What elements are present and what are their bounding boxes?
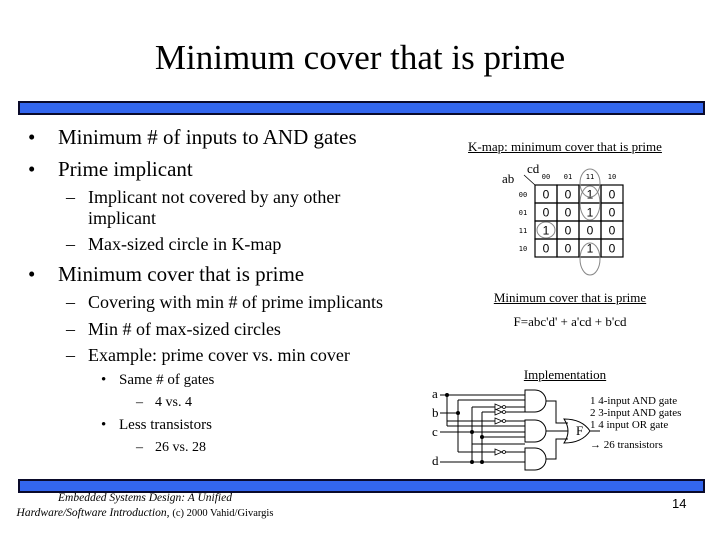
kmap-cell-value: 1 <box>587 206 594 220</box>
detail-text: 26 vs. 28 <box>155 440 206 455</box>
dash-icon: – <box>136 395 143 410</box>
junction-dot <box>470 460 474 464</box>
title-divider-bar <box>18 101 705 115</box>
kmap-cell-value: 0 <box>543 206 550 220</box>
input-label-a: a <box>432 386 438 401</box>
and-gate-1 <box>524 389 547 413</box>
inverter-bubble <box>502 419 506 423</box>
footer-line-2: Hardware/Software Introduction, (c) 2000… <box>0 506 290 521</box>
inverter-bubble <box>502 450 506 454</box>
kmap-cell-value: 0 <box>609 188 616 202</box>
dash-icon: – <box>136 440 143 455</box>
implementation-notes: 1 4-input AND gate 2 3-input AND gates 1… <box>590 395 681 451</box>
sub-bullet-text: Covering with min # of prime implicants <box>88 292 383 312</box>
sub-bullet-text: implicant <box>88 208 156 228</box>
footer-copyright: (c) 2000 Vahid/Givargis <box>172 508 274 519</box>
kmap-cell-value: 0 <box>609 224 616 238</box>
kmap-row-header: 11 <box>519 227 527 235</box>
sub-bullet-text: Max-sized circle in K-map <box>88 234 282 254</box>
kmap-cell-value: 0 <box>543 188 550 202</box>
detail-text: 4 vs. 4 <box>155 395 192 410</box>
kmap-row-var: ab <box>502 171 514 186</box>
kmap-caption: K-map: minimum cover that is prime <box>468 139 662 154</box>
inverter-icon <box>494 448 504 456</box>
note-line: 1 4-input AND gate <box>590 395 678 407</box>
kmap-cell-value: 0 <box>565 188 572 202</box>
note-line: 2 3-input AND gates <box>590 407 682 419</box>
bullet-text: Minimum cover that is prime <box>58 262 305 286</box>
footer-book-title: Hardware/Software Introduction, <box>16 507 170 519</box>
dash-icon: – <box>66 234 75 254</box>
kmap-cell-value: 1 <box>543 224 550 238</box>
implementation-caption: Implementation <box>523 367 607 382</box>
kmap-cell-value: 0 <box>609 206 616 220</box>
cover-equation: F=abc'd' + a'cd + b'cd <box>513 314 627 329</box>
junction-dot <box>470 430 474 434</box>
sub-sub-bullet-text: Same # of gates <box>119 372 215 388</box>
kmap-diagram: cd ab 00 01 11 10000111100 0 1 00 0 1 01 0 0 00 0 1 0 <box>502 161 624 276</box>
dash-icon: – <box>66 292 75 312</box>
and-gate-3 <box>524 447 547 471</box>
kmap-col-header: 01 <box>564 173 572 181</box>
note-line: → 26 transistors <box>590 439 663 451</box>
bullet-text: Minimum # of inputs to AND gates <box>58 125 357 149</box>
dash-icon: – <box>66 345 75 365</box>
cover-caption: Minimum cover that is prime <box>493 290 647 305</box>
kmap-cell-value: 0 <box>587 224 594 238</box>
bullet-icon: • <box>28 157 36 181</box>
kmap-col-var: cd <box>527 161 540 176</box>
kmap-col-header: 10 <box>608 173 616 181</box>
and-gate-2 <box>524 419 547 443</box>
kmap-row-header: 10 <box>519 245 527 253</box>
bullet-text: Prime implicant <box>58 157 193 181</box>
circuit-diagram <box>440 389 600 471</box>
kmap-col-header: 00 <box>542 173 550 181</box>
bullet-icon: • <box>28 262 36 286</box>
junction-dot <box>456 411 460 415</box>
dash-icon: – <box>66 187 75 207</box>
input-label-b: b <box>432 405 439 420</box>
kmap-cell-value: 0 <box>609 242 616 256</box>
page-number: 14 <box>672 496 687 511</box>
dash-icon: – <box>66 319 75 339</box>
kmap-row-header: 01 <box>519 209 527 217</box>
inverter-icon <box>494 417 504 425</box>
kmap-col-header: 11 <box>586 173 594 181</box>
input-label-d: d <box>432 453 439 468</box>
output-label-f: F <box>576 423 584 438</box>
junction-dot <box>445 393 449 397</box>
bullet-icon: • <box>28 125 36 149</box>
sub-bullet-text: Min # of max-sized circles <box>88 319 281 339</box>
note-line: 1 4 input OR gate <box>590 419 669 431</box>
kmap-cell-value: 0 <box>543 242 550 256</box>
input-label-c: c <box>432 424 438 439</box>
kmap-row-header: 00 <box>519 191 527 199</box>
sub-bullet-text: Implicant not covered by any other <box>88 187 341 207</box>
kmap-cell-value: 0 <box>565 242 572 256</box>
kmap-cell-value: 0 <box>565 224 572 238</box>
junction-dot <box>480 460 484 464</box>
junction-dot <box>480 435 484 439</box>
inverter-bubble <box>502 405 506 409</box>
slide-title: Minimum cover that is prime <box>154 38 566 77</box>
inverter-icon <box>494 408 504 416</box>
inverter-bubble <box>502 410 506 414</box>
footer-line-1: Embedded Systems Design: A Unified <box>58 492 232 504</box>
kmap-cell-value: 0 <box>565 206 572 220</box>
kmap-corner-line <box>523 174 536 186</box>
sub-bullet-text: Example: prime cover vs. min cover <box>88 345 350 365</box>
bullet-icon: • <box>101 372 107 388</box>
bullet-icon: • <box>101 417 107 433</box>
sub-sub-bullet-text: Less transistors <box>119 417 212 433</box>
footer-citation: Embedded Systems Design: A Unified Hardw… <box>0 491 290 521</box>
kmap-cell-value: 1 <box>587 188 594 202</box>
